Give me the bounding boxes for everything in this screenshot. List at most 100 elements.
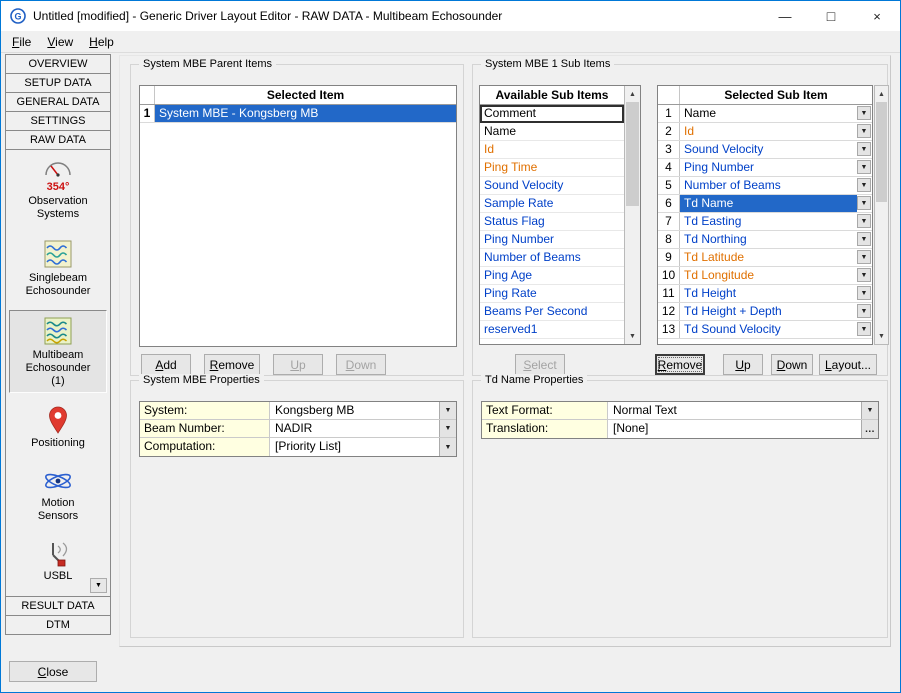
selected-sub-row[interactable]: 9Td Latitude▼	[658, 249, 872, 267]
property-value-translation[interactable]: [None]	[608, 420, 861, 438]
available-scroll-thumb[interactable]	[626, 102, 639, 206]
sidebar-item-positioning[interactable]: Positioning	[9, 400, 107, 455]
sidebar-item-setup-data[interactable]: SETUP DATA	[5, 73, 111, 93]
available-item-ping-age[interactable]: Ping Age	[480, 267, 624, 285]
sub-item-label: Id	[680, 123, 857, 140]
sub-layout-button[interactable]: Layout...	[819, 354, 877, 375]
row-number: 11	[658, 285, 680, 302]
available-list-scrollbar[interactable]: ▲ ▼	[624, 86, 640, 344]
available-item-ping-rate[interactable]: Ping Rate	[480, 285, 624, 303]
dropdown-arrow-icon[interactable]: ▼	[857, 268, 871, 282]
row-number: 2	[658, 123, 680, 140]
dropdown-arrow-icon[interactable]: ▼	[439, 402, 456, 419]
available-item-beams-per-second[interactable]: Beams Per Second	[480, 303, 624, 321]
parent-remove-button[interactable]: Remove	[204, 354, 260, 375]
sidebar-item-settings[interactable]: SETTINGS	[5, 111, 111, 131]
selected-sub-table-header: Selected Sub Item	[658, 86, 872, 105]
menu-view[interactable]: View	[39, 32, 81, 52]
available-item-number-of-beams[interactable]: Number of Beams	[480, 249, 624, 267]
row-number: 10	[658, 267, 680, 284]
sub-remove-button[interactable]: Remove	[655, 354, 705, 375]
row-number: 4	[658, 159, 680, 176]
selected-sub-row[interactable]: 8Td Northing▼	[658, 231, 872, 249]
sidebar-item-raw-data[interactable]: RAW DATA	[5, 130, 111, 150]
window-controls: — □ ×	[762, 1, 900, 31]
minimize-icon[interactable]: —	[762, 1, 808, 31]
available-item-sound-velocity[interactable]: Sound Velocity	[480, 177, 624, 195]
sidebar-item-dtm[interactable]: DTM	[5, 615, 111, 635]
available-item-reserved1[interactable]: reserved1	[480, 321, 624, 339]
available-item-name[interactable]: Name	[480, 123, 624, 141]
scroll-down-icon[interactable]: ▼	[875, 328, 888, 344]
selected-sub-row[interactable]: 1Name▼	[658, 105, 872, 123]
close-window-icon[interactable]: ×	[854, 1, 900, 31]
available-item-ping-number[interactable]: Ping Number	[480, 231, 624, 249]
dropdown-arrow-icon[interactable]: ▼	[857, 196, 871, 210]
selected-table-scrollbar[interactable]: ▲ ▼	[874, 85, 889, 345]
sub-down-button[interactable]: Down	[771, 354, 813, 375]
dropdown-arrow-icon[interactable]: ▼	[861, 402, 878, 419]
available-item-ping-time[interactable]: Ping Time	[480, 159, 624, 177]
parent-add-button[interactable]: Add	[141, 354, 191, 375]
selected-sub-row[interactable]: 3Sound Velocity▼	[658, 141, 872, 159]
selected-sub-row[interactable]: 6Td Name▼	[658, 195, 872, 213]
sub-item-label: Td Height	[680, 285, 857, 302]
menu-file[interactable]: File	[4, 32, 39, 52]
selected-sub-row[interactable]: 5Number of Beams▼	[658, 177, 872, 195]
dropdown-arrow-icon[interactable]: ▼	[857, 304, 871, 318]
sub-select-button: Select	[515, 354, 565, 375]
sidebar-item-general-data[interactable]: GENERAL DATA	[5, 92, 111, 112]
dropdown-arrow-icon[interactable]: ▼	[439, 420, 456, 437]
available-item-id[interactable]: Id	[480, 141, 624, 159]
selected-sub-row[interactable]: 4Ping Number▼	[658, 159, 872, 177]
parent-properties-group: System MBE Properties System:Kongsberg M…	[130, 380, 464, 638]
sub-up-button[interactable]: Up	[723, 354, 763, 375]
scroll-up-icon[interactable]: ▲	[875, 86, 888, 102]
scroll-up-icon[interactable]: ▲	[625, 86, 640, 102]
property-value-beam-number[interactable]: NADIR	[270, 420, 439, 437]
ellipsis-button[interactable]: ...	[861, 420, 878, 438]
dropdown-arrow-icon[interactable]: ▼	[857, 160, 871, 174]
available-item-comment[interactable]: Comment	[480, 105, 624, 123]
maximize-icon[interactable]: □	[808, 1, 854, 31]
parent-table-row[interactable]: 1System MBE - Kongsberg MB	[140, 105, 456, 123]
sidebar-item-observation-systems[interactable]: 354°ObservationSystems	[9, 154, 107, 226]
property-value-text-format[interactable]: Normal Text	[608, 402, 861, 419]
selected-sub-row[interactable]: 2Id▼	[658, 123, 872, 141]
dropdown-arrow-icon[interactable]: ▼	[857, 142, 871, 156]
selected-sub-row[interactable]: 10Td Longitude▼	[658, 267, 872, 285]
dropdown-arrow-icon[interactable]: ▼	[439, 438, 456, 456]
dropdown-arrow-icon[interactable]: ▼	[857, 124, 871, 138]
available-item-sample-rate[interactable]: Sample Rate	[480, 195, 624, 213]
dropdown-arrow-icon[interactable]: ▼	[857, 214, 871, 228]
dropdown-arrow-icon[interactable]: ▼	[857, 250, 871, 264]
selected-sub-row[interactable]: 12Td Height + Depth▼	[658, 303, 872, 321]
selected-sub-row[interactable]: 13Td Sound Velocity▼	[658, 321, 872, 339]
sidebar-more-button[interactable]: ▼	[90, 578, 107, 593]
property-value-system[interactable]: Kongsberg MB	[270, 402, 439, 419]
dropdown-arrow-icon[interactable]: ▼	[857, 322, 871, 336]
sidebar-item-overview[interactable]: OVERVIEW	[5, 54, 111, 74]
dropdown-arrow-icon[interactable]: ▼	[857, 178, 871, 192]
row-number: 13	[658, 321, 680, 338]
dropdown-arrow-icon[interactable]: ▼	[857, 232, 871, 246]
selected-scroll-thumb[interactable]	[876, 102, 887, 202]
menu-help[interactable]: Help	[81, 32, 122, 52]
selected-sub-row[interactable]: 11Td Height▼	[658, 285, 872, 303]
available-item-status-flag[interactable]: Status Flag	[480, 213, 624, 231]
parent-buttons: AddRemoveUpDown	[141, 354, 386, 375]
close-button[interactable]: Close	[9, 661, 97, 682]
row-number: 9	[658, 249, 680, 266]
scroll-down-icon[interactable]: ▼	[625, 328, 640, 344]
property-value-computation[interactable]: [Priority List]	[270, 438, 439, 456]
sidebar-item-multibeam-echosounder-1[interactable]: MultibeamEchosounder(1)	[9, 310, 107, 393]
dropdown-arrow-icon[interactable]: ▼	[857, 286, 871, 300]
sidebar-item-result-data[interactable]: RESULT DATA	[5, 596, 111, 616]
sidebar-item-motion-sensors[interactable]: MotionSensors	[9, 462, 107, 528]
sidebar-item-singlebeam-echosounder[interactable]: SinglebeamEchosounder	[9, 233, 107, 303]
row-number: 12	[658, 303, 680, 320]
dropdown-arrow-icon[interactable]: ▼	[857, 106, 871, 120]
parent-properties-group-label: System MBE Properties	[139, 374, 264, 386]
selected-sub-row[interactable]: 7Td Easting▼	[658, 213, 872, 231]
row-number: 3	[658, 141, 680, 158]
